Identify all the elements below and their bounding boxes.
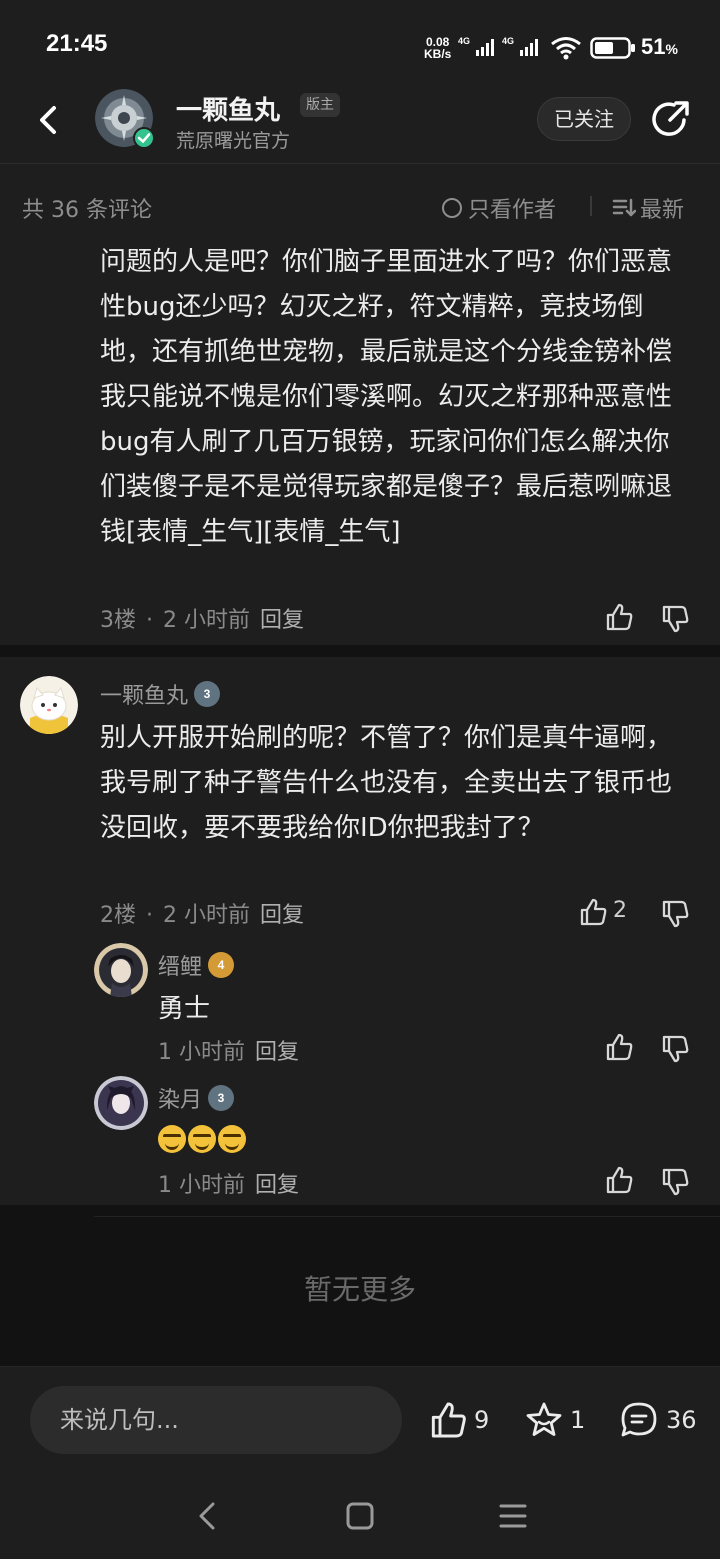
comment-3-time: 2 小时前 bbox=[163, 608, 250, 633]
reply-2-emoji-text bbox=[158, 1125, 248, 1157]
comment-2-author-name: 一颗鱼丸 bbox=[100, 684, 189, 709]
comment-2-floor: 2楼 bbox=[100, 903, 136, 928]
back-icon[interactable] bbox=[30, 100, 70, 140]
thumb-down-icon[interactable] bbox=[660, 604, 690, 634]
reply-2-reply[interactable]: 回复 bbox=[255, 1173, 299, 1198]
moderator-badge: 版主 bbox=[300, 93, 340, 117]
level-badge-icon: 3 bbox=[194, 681, 221, 707]
level-badge-icon: 4 bbox=[208, 952, 235, 978]
reply-1-reply[interactable]: 回复 bbox=[255, 1040, 299, 1065]
like-button[interactable]: 9 bbox=[428, 1400, 489, 1440]
comment-2-avatar[interactable] bbox=[20, 676, 78, 734]
comment-icon bbox=[621, 1402, 657, 1437]
cool-emoji-icon bbox=[188, 1125, 216, 1153]
header-subtitle: 荒原曙光官方 bbox=[176, 130, 291, 152]
comment-3-meta: 3楼 · 2 小时前 回复 bbox=[100, 608, 305, 633]
thumb-up-icon[interactable] bbox=[604, 602, 634, 632]
thumb-up-icon bbox=[431, 1402, 466, 1438]
cool-emoji-icon bbox=[158, 1125, 186, 1153]
thumb-down-icon[interactable] bbox=[660, 899, 690, 929]
battery-icon bbox=[590, 37, 635, 59]
thumb-up-icon[interactable] bbox=[604, 1165, 634, 1195]
reply-2-author[interactable]: 染月 3 bbox=[158, 1082, 235, 1114]
sort-newest-label: 最新 bbox=[640, 198, 685, 223]
favorite-count: 1 bbox=[570, 1406, 586, 1434]
author-only-label: 只看作者 bbox=[468, 198, 557, 223]
signal-icon-2: 4G bbox=[502, 36, 538, 56]
comment-2-author[interactable]: 一颗鱼丸 3 bbox=[100, 678, 221, 710]
cool-emoji-icon bbox=[218, 1125, 246, 1153]
comment-total-count: 36 bbox=[666, 1406, 697, 1434]
star-icon bbox=[526, 1402, 562, 1436]
footer-line bbox=[94, 1216, 720, 1217]
thumb-down-icon[interactable] bbox=[660, 1034, 690, 1064]
reply-1-text: 勇士 bbox=[158, 994, 211, 1024]
comment-2-time: 2 小时前 bbox=[163, 903, 250, 928]
card-divider bbox=[0, 645, 720, 657]
author-only-toggle[interactable]: 只看作者 bbox=[442, 192, 556, 224]
comment-3-text: 问题的人是吧？你们脑子里面进水了吗？你们恶意性bug还少吗？幻灭之籽，符文精粹，… bbox=[100, 247, 673, 547]
like-count: 9 bbox=[474, 1406, 490, 1434]
signal-label: 4G bbox=[458, 36, 470, 46]
comment-2-text: 别人开服开始刷的呢？不管了？你们是真牛逼啊，我号刷了种子警告什么也没有，全卖出去… bbox=[100, 723, 673, 843]
comment-3-reply[interactable]: 回复 bbox=[260, 608, 304, 633]
reply-1-author[interactable]: 缙鲤 4 bbox=[158, 949, 235, 981]
nav-back-icon[interactable] bbox=[194, 1500, 222, 1532]
reply-2-meta: 1 小时前 回复 bbox=[158, 1167, 309, 1199]
no-more-label: 暂无更多 bbox=[303, 1273, 416, 1306]
header-name[interactable]: 一颗鱼丸 bbox=[176, 90, 280, 127]
signal-icon: 4G bbox=[458, 36, 494, 56]
verified-badge-icon bbox=[133, 127, 155, 149]
reply-1-meta: 1 小时前 回复 bbox=[158, 1034, 309, 1066]
reply-1-avatar[interactable] bbox=[94, 943, 148, 997]
comment-2-meta: 2楼 · 2 小时前 回复 bbox=[100, 903, 305, 928]
wifi-icon bbox=[551, 37, 581, 60]
reply-2-author-name: 染月 bbox=[158, 1088, 203, 1113]
nav-home-icon[interactable] bbox=[344, 1500, 376, 1532]
signal-label-2: 4G bbox=[502, 36, 514, 46]
status-time: 21:45 bbox=[46, 30, 108, 57]
thumb-up-icon[interactable] bbox=[578, 897, 608, 927]
reply-2-time: 1 小时前 bbox=[158, 1173, 245, 1198]
reply-1-time: 1 小时前 bbox=[158, 1040, 245, 1065]
radio-circle-icon bbox=[442, 198, 462, 218]
sort-icon bbox=[612, 198, 636, 217]
level-badge-icon: 3 bbox=[208, 1085, 235, 1111]
reply-1-author-name: 缙鲤 bbox=[158, 955, 203, 980]
sort-newest-button[interactable]: 最新 bbox=[612, 192, 684, 224]
follow-button[interactable]: 已关注 bbox=[537, 97, 631, 141]
reply-2-avatar[interactable] bbox=[94, 1076, 148, 1130]
nav-menu-icon[interactable] bbox=[498, 1502, 528, 1530]
sort-divider bbox=[590, 196, 592, 216]
comment-2-like-count: 2 bbox=[613, 898, 627, 923]
comment-count: 共 36 条评论 bbox=[22, 198, 152, 223]
comment-2-reply[interactable]: 回复 bbox=[260, 903, 304, 928]
comment-input[interactable]: 来说几句... bbox=[30, 1386, 402, 1454]
thumb-up-icon[interactable] bbox=[604, 1032, 634, 1062]
thumb-down-icon[interactable] bbox=[660, 1167, 690, 1197]
comment-button[interactable]: 36 bbox=[618, 1400, 697, 1440]
battery-percentage: 51% bbox=[641, 34, 678, 59]
comment-3-floor: 3楼 bbox=[100, 608, 136, 633]
favorite-button[interactable]: 1 bbox=[524, 1400, 585, 1440]
share-icon[interactable] bbox=[650, 98, 692, 140]
net-speed: 0.08 KB/s bbox=[424, 35, 452, 61]
